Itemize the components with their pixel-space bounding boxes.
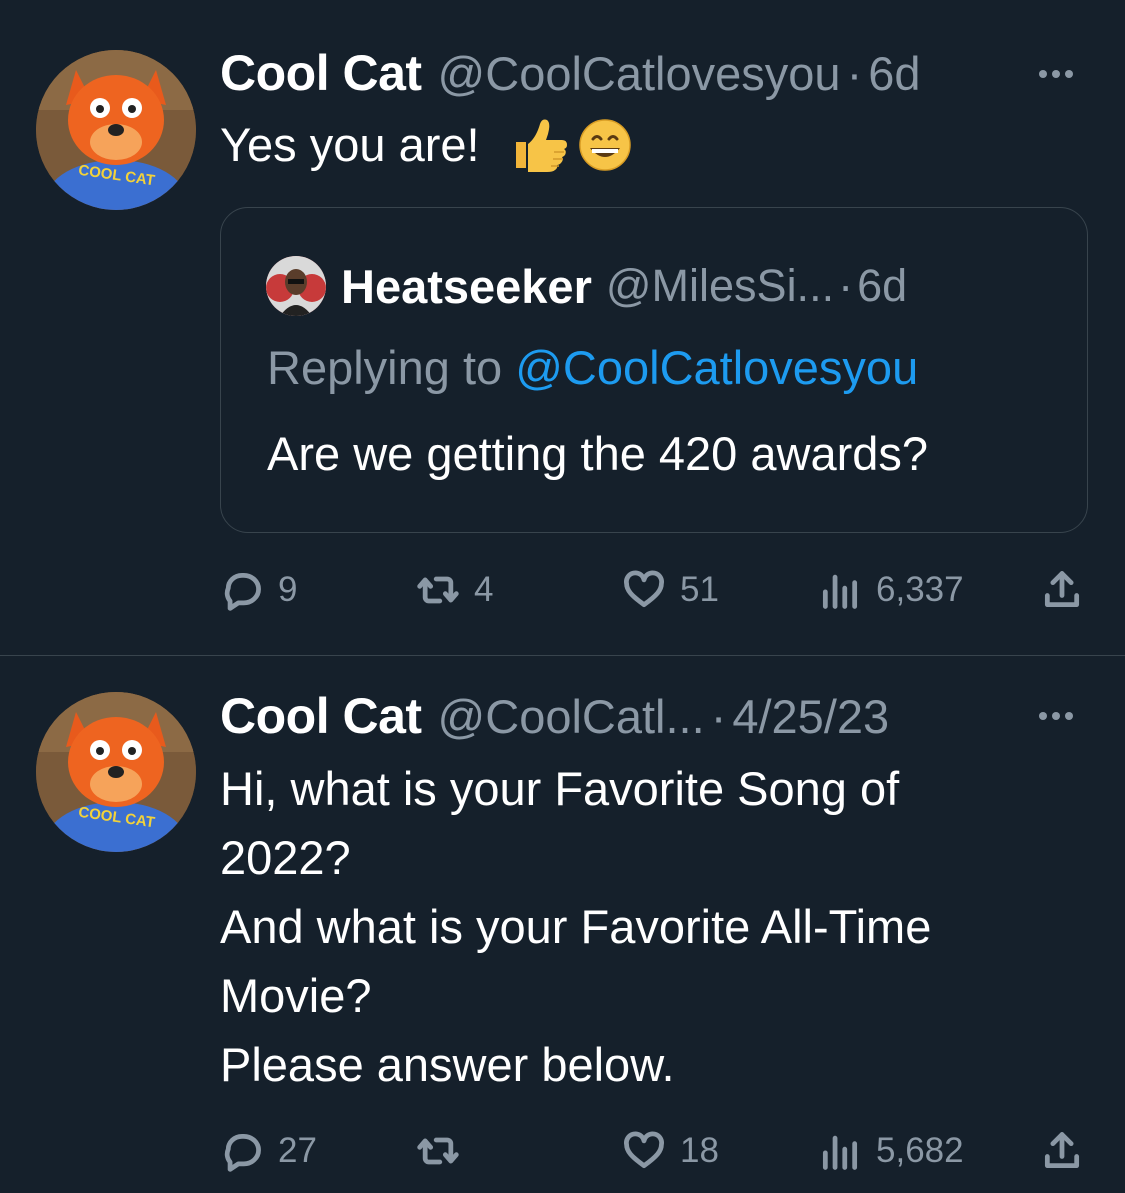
quoted-tweet-header: Heatseeker @MilesSi... · 6d (341, 256, 907, 316)
reply-icon (224, 1133, 261, 1172)
analytics-icon (822, 1135, 858, 1170)
tweet-date[interactable]: 4/25/23 (732, 689, 889, 744)
retweet-button[interactable] (416, 1126, 474, 1176)
author-handle[interactable]: @CoolCatlovesyou (438, 46, 841, 101)
share-icon (1044, 1132, 1080, 1169)
thumbs-up-emoji (515, 119, 567, 172)
tweet[interactable]: COOL CAT Cool Cat @CoolCatlovesyou · 6d … (0, 0, 1125, 655)
author-handle[interactable]: @CoolCatl... (438, 689, 705, 744)
analytics-icon (822, 574, 858, 609)
tweet-text: Yes you are! (220, 110, 1080, 179)
tweet-header: Cool Cat @CoolCatl... · 4/25/23 (220, 686, 889, 746)
reply-button[interactable]: 27 (220, 1126, 317, 1176)
quoted-tweet[interactable]: Heatseeker @MilesSi... · 6d Replying to … (220, 207, 1088, 533)
separator-dot: · (838, 260, 854, 311)
like-button[interactable]: 18 (622, 1126, 719, 1176)
separator-dot: · (846, 46, 863, 100)
reply-count: 9 (278, 570, 298, 609)
tweet-text-content: Yes you are! (220, 118, 480, 171)
retweet-count: 4 (474, 570, 494, 609)
quoted-author-avatar[interactable] (266, 256, 326, 316)
retweet-button[interactable]: 4 (416, 565, 493, 615)
reply-icon (224, 572, 261, 611)
grinning-face-emoji (578, 118, 631, 171)
quoted-tweet-date[interactable]: 6d (857, 260, 907, 312)
author-name[interactable]: Cool Cat (220, 44, 422, 102)
tweet-header: Cool Cat @CoolCatlovesyou · 6d (220, 43, 921, 103)
like-count: 18 (680, 1131, 719, 1170)
author-avatar[interactable]: COOL CAT (36, 50, 196, 210)
retweet-icon (417, 1137, 459, 1165)
like-count: 51 (680, 570, 719, 609)
heart-icon (624, 1131, 664, 1169)
tweet-date[interactable]: 6d (868, 46, 920, 101)
tweet-actions: 27 18 5,682 (220, 1126, 1090, 1176)
quoted-author-handle[interactable]: @MilesSi... (606, 260, 834, 312)
view-count: 6,337 (876, 570, 964, 609)
share-button[interactable] (1040, 565, 1084, 615)
author-avatar[interactable]: COOL CAT (36, 692, 196, 852)
view-count: 5,682 (876, 1131, 964, 1170)
share-icon (1044, 571, 1080, 608)
author-name[interactable]: Cool Cat (220, 687, 422, 745)
like-button[interactable]: 51 (622, 565, 719, 615)
replying-to-handle[interactable]: @CoolCatlovesyou (515, 341, 918, 394)
heart-icon (624, 570, 664, 608)
views-button[interactable]: 6,337 (818, 565, 964, 615)
reply-count: 27 (278, 1131, 317, 1170)
quoted-author-name[interactable]: Heatseeker (341, 259, 592, 314)
views-button[interactable]: 5,682 (818, 1126, 964, 1176)
quoted-tweet-text: Are we getting the 420 awards? (267, 427, 929, 480)
more-options-icon[interactable] (1039, 706, 1083, 726)
tweet-actions: 9 4 51 6,337 (220, 565, 1090, 615)
tweet[interactable]: COOL CAT Cool Cat @CoolCatl... · 4/25/23… (0, 656, 1125, 1193)
reply-button[interactable]: 9 (220, 565, 297, 615)
more-options-icon[interactable] (1039, 64, 1083, 84)
retweet-icon (417, 576, 459, 604)
replying-to: Replying to @CoolCatlovesyou (267, 340, 918, 395)
tweet-text: Hi, what is your Favorite Song of 2022? … (220, 762, 932, 1091)
share-button[interactable] (1040, 1126, 1084, 1176)
separator-dot: · (710, 689, 727, 743)
replying-to-label: Replying to (267, 341, 516, 394)
